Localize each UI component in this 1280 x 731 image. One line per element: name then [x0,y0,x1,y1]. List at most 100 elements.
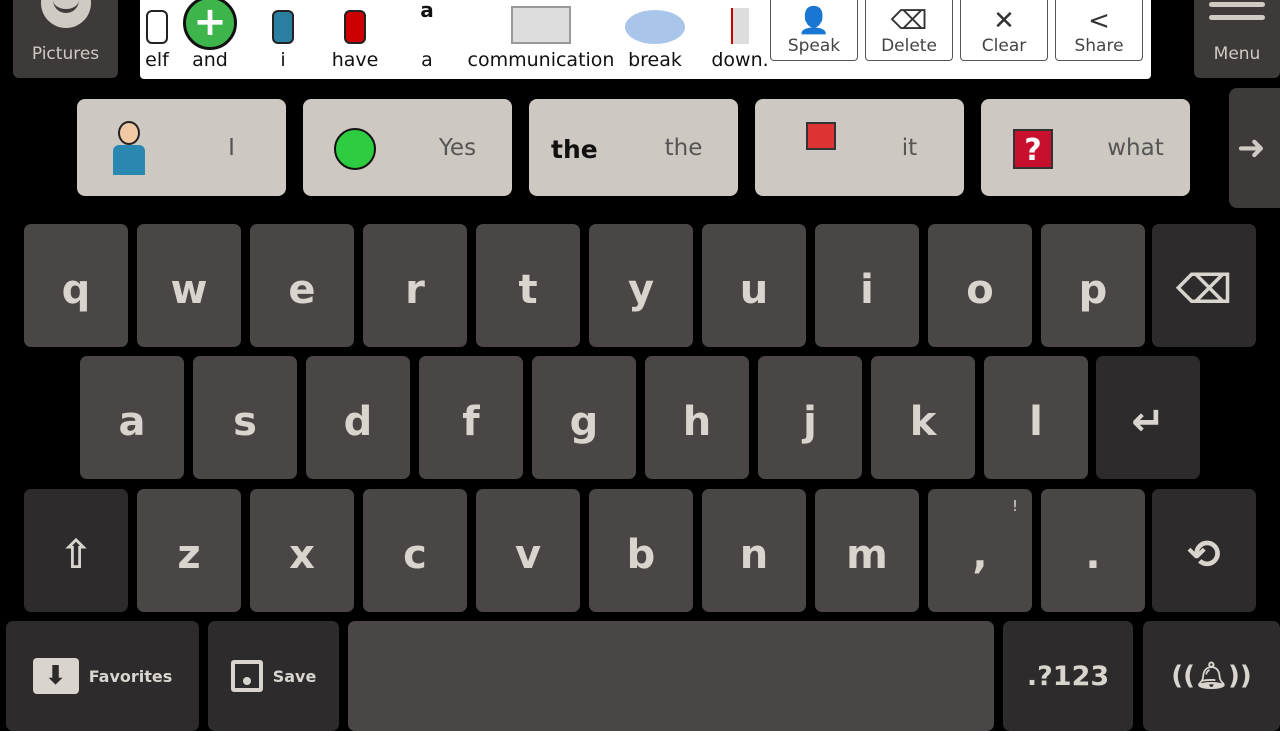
key-z[interactable]: z [137,489,241,612]
key-k[interactable]: k [871,356,975,479]
clear-button[interactable]: ✕ Clear [960,0,1048,61]
undo-icon: ⟲ [1187,531,1221,578]
message-word-label: elf [145,49,169,71]
key-label: g [569,398,599,445]
key-alt-label: ! [1011,497,1018,515]
key-label: z [177,531,201,578]
key-g[interactable]: g [532,356,636,479]
key-r[interactable]: r [363,224,467,347]
clear-icon: ✕ [993,6,1015,36]
key-label: n [739,531,769,578]
communication-icon [511,0,571,44]
down-arrow-icon [710,0,770,44]
key-c[interactable]: c [363,489,467,612]
symbols-key[interactable]: .?123 [1003,621,1133,731]
key-a[interactable]: a [80,356,184,479]
message-word[interactable]: communication [468,0,614,79]
button-label: Delete [881,36,937,56]
share-button[interactable]: < Share [1055,0,1143,61]
key-label: q [61,266,91,313]
message-word[interactable]: elf [127,0,187,79]
suggestion-what[interactable]: ? what [981,99,1190,196]
delete-button[interactable]: ⌫ Delete [865,0,953,61]
suggestion-the[interactable]: the the [529,99,738,196]
key-label: i [860,266,874,313]
key-label: e [288,266,316,313]
key-f[interactable]: f [419,356,523,479]
share-icon: < [1088,6,1110,36]
key-label: p [1078,266,1108,313]
button-label: Speak [787,36,841,56]
key-period[interactable]: . [1041,489,1145,612]
key-p[interactable]: p [1041,224,1145,347]
undo-key[interactable]: ⟲ [1152,489,1256,612]
key-s[interactable]: s [193,356,297,479]
enter-icon: ↵ [1131,398,1165,445]
bell-sound-icon: ((🔔︎)) [1171,661,1252,691]
key-i[interactable]: i [815,224,919,347]
message-word[interactable]: have [325,0,385,79]
message-word[interactable]: down. [710,0,770,79]
button-label: Share [1074,36,1124,56]
plus-circle-icon: + [180,0,240,50]
pictures-button[interactable]: Pictures [13,0,118,78]
key-h[interactable]: h [645,356,749,479]
key-t[interactable]: t [476,224,580,347]
key-y[interactable]: y [589,224,693,347]
key-label: f [462,398,480,445]
key-label: o [966,266,994,313]
save-button[interactable]: Save [208,621,339,731]
hamburger-icon [1209,2,1265,20]
message-word[interactable]: + and [180,0,240,79]
key-label: s [233,398,257,445]
text-the-icon: the [551,119,611,179]
key-m[interactable]: m [815,489,919,612]
message-word-label: i [280,49,286,71]
key-j[interactable]: j [758,356,862,479]
key-o[interactable]: o [928,224,1032,347]
shift-key[interactable]: ⇧ [24,489,128,612]
key-label: r [405,266,425,313]
message-word-label: have [331,49,379,71]
message-word[interactable]: i [253,0,313,79]
favorites-button[interactable]: ⬇ Favorites [6,621,199,731]
suggestion-i[interactable]: I [77,99,286,196]
key-l[interactable]: l [984,356,1088,479]
have-icon [325,0,385,44]
menu-button[interactable]: Menu [1194,0,1280,78]
key-b[interactable]: b [589,489,693,612]
key-e[interactable]: e [250,224,354,347]
key-q[interactable]: q [24,224,128,347]
person-self-icon [253,0,313,44]
enter-key[interactable]: ↵ [1096,356,1200,479]
key-label: . [1085,531,1101,578]
message-bar[interactable]: elf + and i have a a communication break down. 👤 Sp… [140,0,1151,79]
speak-button[interactable]: 👤 Speak [770,0,858,61]
next-suggestions-button[interactable]: ➜ [1229,88,1280,208]
sound-button[interactable]: ((🔔︎)) [1143,621,1280,731]
symbols-label: .?123 [1026,660,1110,692]
key-n[interactable]: n [702,489,806,612]
space-bar[interactable] [348,621,994,731]
message-word[interactable]: break [625,0,685,79]
message-word[interactable]: aa [397,0,457,79]
suggestion-it[interactable]: it [755,99,964,196]
key-comma[interactable]: ,! [928,489,1032,612]
key-w[interactable]: w [137,224,241,347]
suggestion-yes[interactable]: Yes [303,99,512,196]
key-label: j [803,398,817,445]
key-label: h [682,398,712,445]
key-v[interactable]: v [476,489,580,612]
green-smiley-icon [325,119,385,179]
key-x[interactable]: x [250,489,354,612]
key-u[interactable]: u [702,224,806,347]
favorites-folder-icon: ⬇ [32,658,79,694]
pointing-hand-icon [777,119,837,179]
backspace-key[interactable]: ⌫ [1152,224,1256,347]
suggestion-label: I [228,134,235,161]
speaker-person-icon: 👤 [797,6,831,36]
menu-label: Menu [1213,44,1261,64]
key-label: x [289,531,315,578]
key-label: , [972,531,988,578]
key-d[interactable]: d [306,356,410,479]
